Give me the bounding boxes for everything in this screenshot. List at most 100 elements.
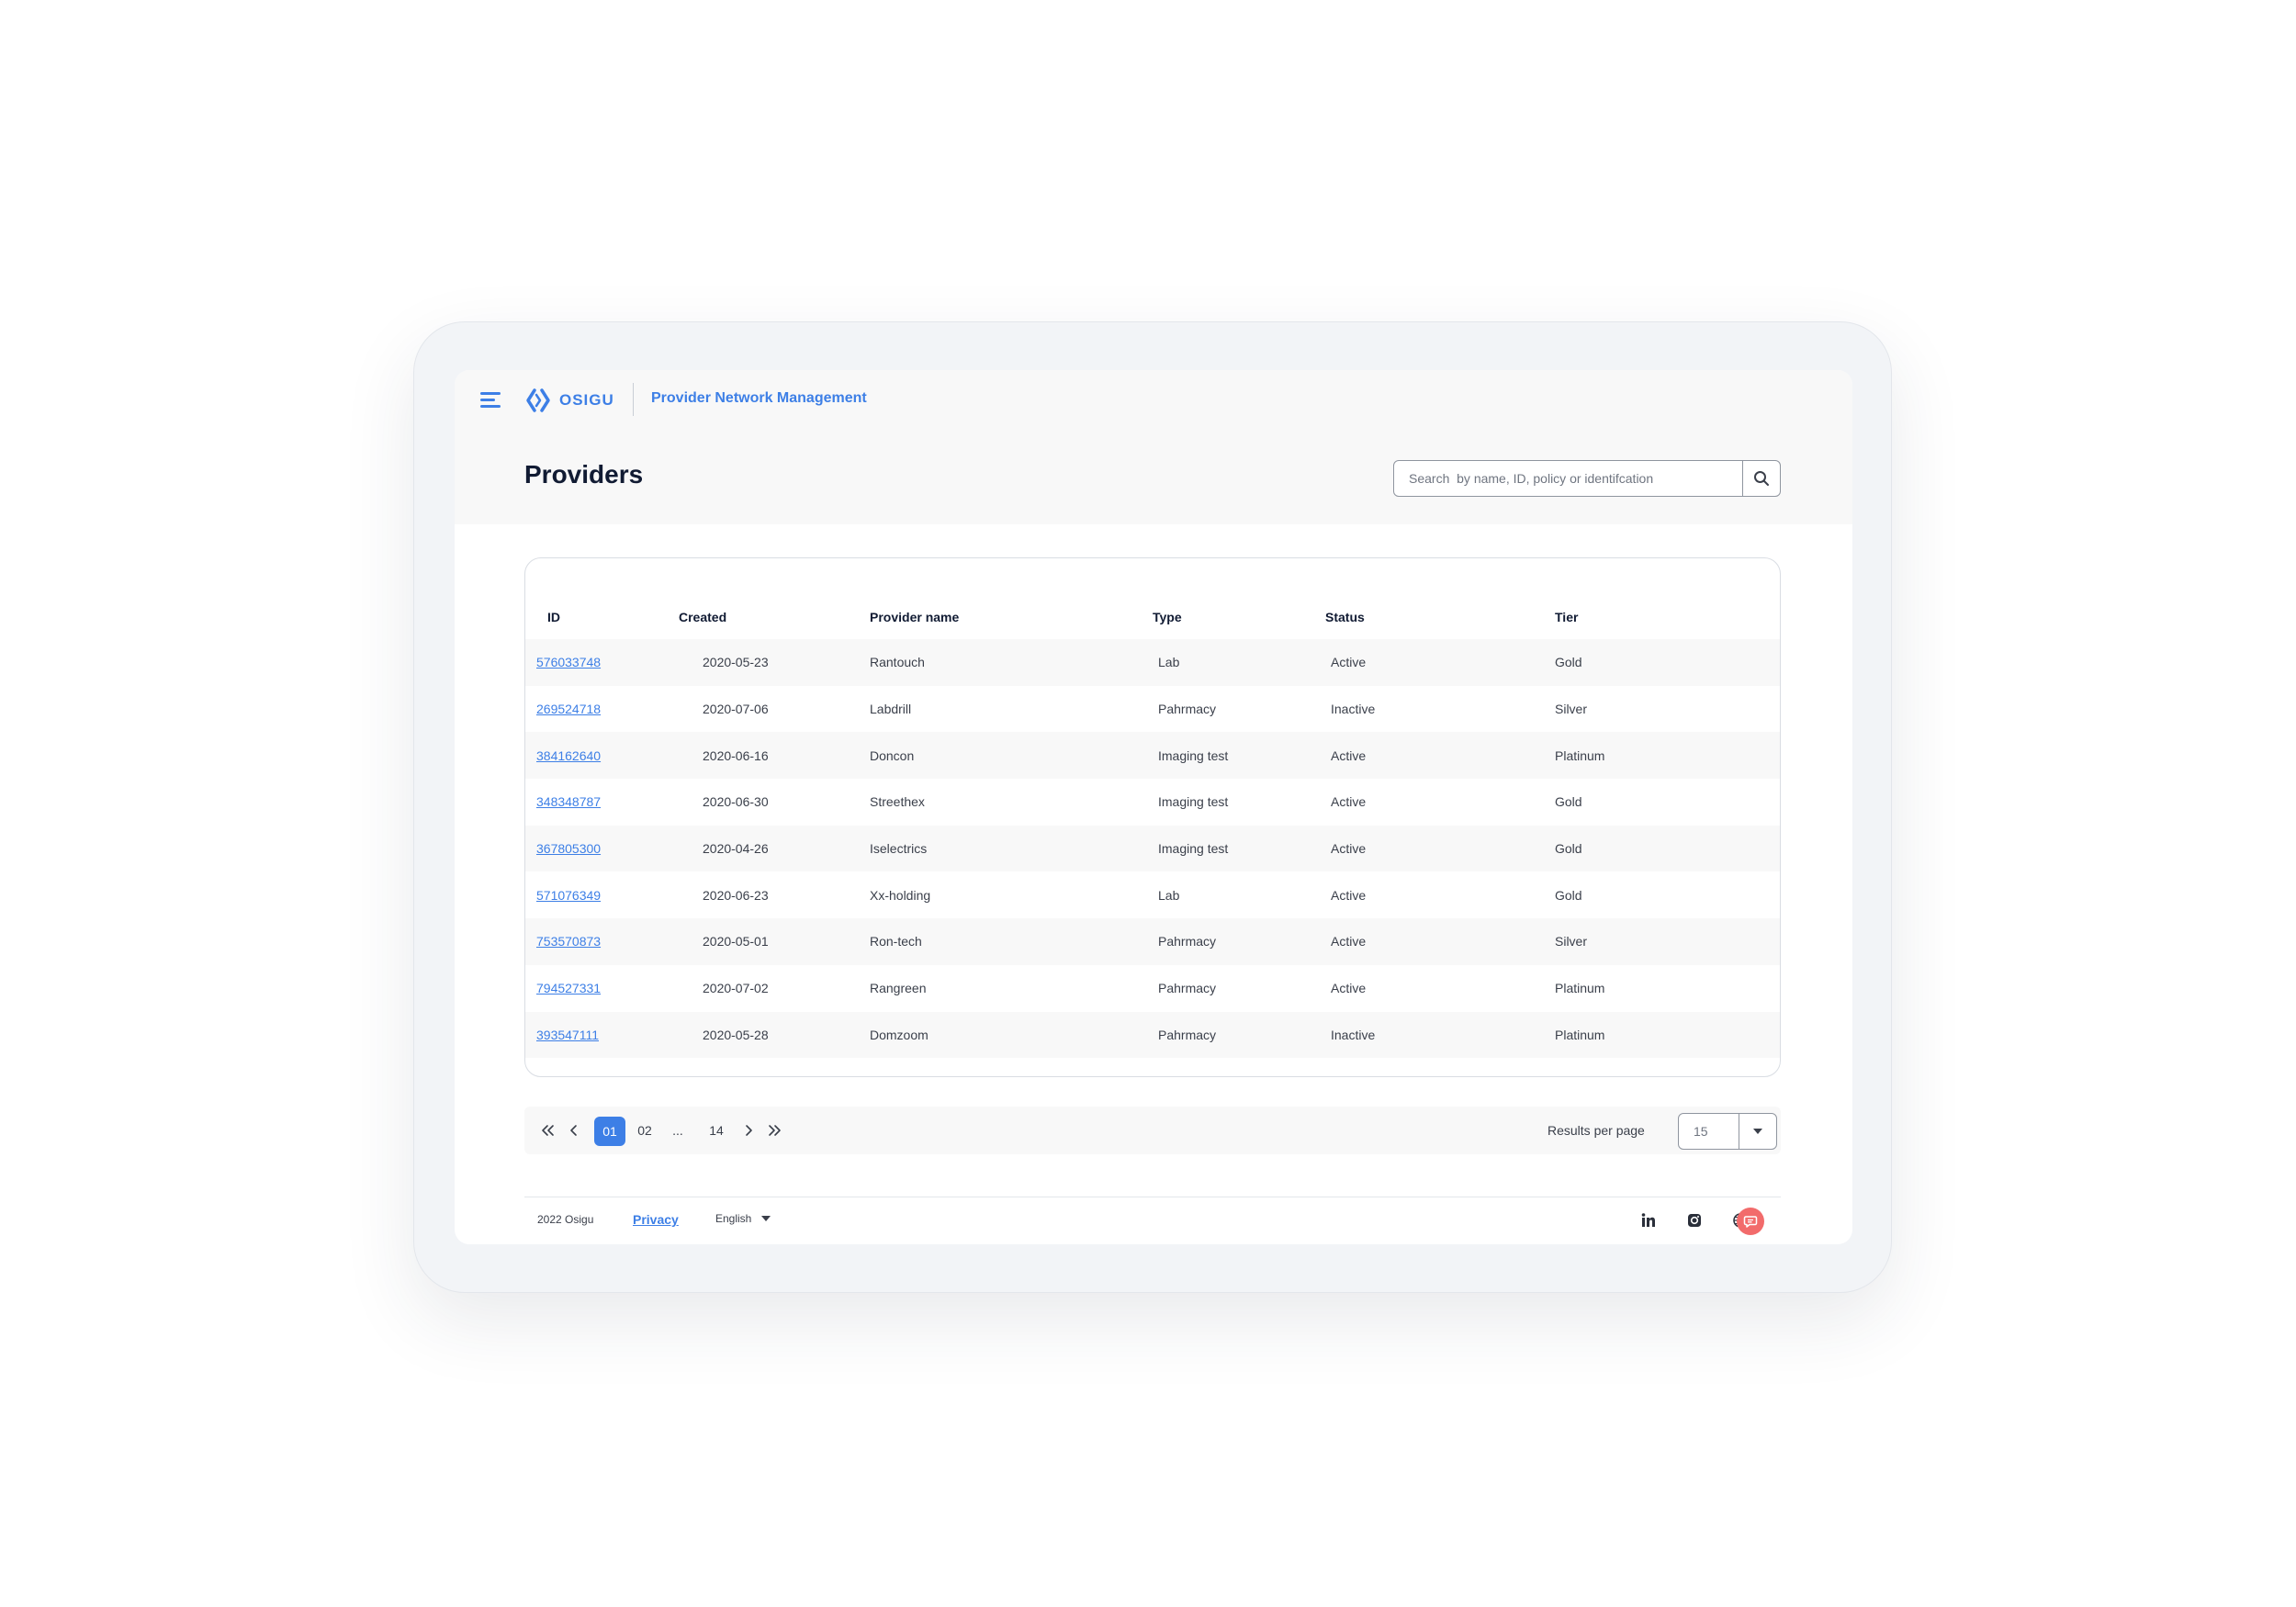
page-button[interactable]: 02 — [629, 1107, 660, 1154]
providers-table: ID Created Provider name Type Status Tie… — [525, 558, 1780, 1076]
cell-provider-name: Iselectrics — [870, 841, 928, 857]
page-button[interactable]: 14 — [701, 1107, 732, 1154]
cell-tier: Gold — [1555, 841, 1582, 857]
cell-type: Pahrmacy — [1158, 934, 1217, 950]
cell-provider-name: Rangreen — [870, 981, 927, 996]
cell-type: Pahrmacy — [1158, 1027, 1217, 1042]
search-icon — [1754, 471, 1769, 486]
tablet-frame: OSIGU Provider Network Management Provid… — [413, 321, 1892, 1293]
pagination-bar: 01 02 ... 14 Results per page 15 — [524, 1107, 1781, 1154]
cell-created: 2020-05-28 — [703, 1027, 769, 1042]
table-row[interactable]: 753570873 2020-05-01 Ron-tech Pahrmacy A… — [525, 918, 1780, 965]
table-header-row: ID Created Provider name Type Status Tie… — [525, 558, 1780, 639]
table-row[interactable]: 794527331 2020-07-02 Rangreen Pahrmacy A… — [525, 965, 1780, 1012]
osigu-logo-icon — [526, 388, 550, 412]
cell-id: 393547111 — [525, 1012, 679, 1059]
provider-id-link[interactable]: 269524718 — [536, 702, 601, 716]
linkedin-icon[interactable] — [1638, 1209, 1660, 1231]
language-value: English — [715, 1212, 752, 1225]
cell-provider-name: Domzoom — [870, 1027, 929, 1042]
cell-type: Pahrmacy — [1158, 981, 1217, 996]
cell-status: Active — [1331, 655, 1367, 670]
cell-id: 571076349 — [525, 871, 679, 918]
cell-created: 2020-05-01 — [703, 934, 769, 950]
double-chevron-right-icon — [769, 1125, 781, 1136]
chevron-right-icon — [746, 1125, 752, 1136]
table-row[interactable]: 571076349 2020-06-23 Xx-holding Lab Acti… — [525, 871, 1780, 918]
cell-id: 576033748 — [525, 639, 679, 686]
hamburger-menu-icon[interactable] — [480, 392, 501, 409]
privacy-link[interactable]: Privacy — [633, 1212, 679, 1227]
cell-type: Imaging test — [1158, 841, 1229, 857]
dropdown-button[interactable] — [1739, 1114, 1776, 1149]
app-screen: OSIGU Provider Network Management Provid… — [455, 370, 1852, 1244]
first-page-button[interactable] — [537, 1107, 559, 1154]
cell-created: 2020-06-23 — [703, 887, 769, 903]
caret-down-icon — [761, 1216, 771, 1221]
cell-tier: Platinum — [1555, 747, 1605, 763]
table-row[interactable]: 384162640 2020-06-16 Doncon Imaging test… — [525, 732, 1780, 780]
page-button-current[interactable]: 01 — [594, 1117, 625, 1146]
cell-status: Active — [1331, 981, 1367, 996]
column-header-created[interactable]: Created — [679, 558, 870, 639]
table-row[interactable]: 367805300 2020-04-26 Iselectrics Imaging… — [525, 825, 1780, 872]
cell-status: Active — [1331, 841, 1367, 857]
table-row[interactable]: 269524718 2020-07-06 Labdrill Pahrmacy I… — [525, 686, 1780, 733]
column-header-tier[interactable]: Tier — [1555, 558, 1780, 639]
cell-provider-name: Rantouch — [870, 655, 925, 670]
search-input[interactable] — [1394, 461, 1742, 496]
provider-id-link[interactable]: 794527331 — [536, 981, 601, 995]
results-per-page-label: Results per page — [1548, 1123, 1645, 1138]
cell-id: 269524718 — [525, 686, 679, 733]
chat-icon[interactable] — [1737, 1208, 1764, 1235]
provider-id-link[interactable]: 367805300 — [536, 841, 601, 856]
cell-created: 2020-06-30 — [703, 794, 769, 810]
cell-tier: Silver — [1555, 702, 1588, 717]
results-per-page-select[interactable]: 15 — [1678, 1113, 1777, 1150]
provider-id-link[interactable]: 576033748 — [536, 655, 601, 669]
provider-id-link[interactable]: 393547111 — [536, 1028, 599, 1042]
cell-created: 2020-05-23 — [703, 655, 769, 670]
cell-type: Pahrmacy — [1158, 702, 1217, 717]
logo-text: OSIGU — [559, 391, 614, 409]
table-row[interactable]: 968466759 2020-05-13 Plussunin Lab Inact… — [525, 1058, 1780, 1076]
table-row[interactable]: 576033748 2020-05-23 Rantouch Lab Active… — [525, 639, 1780, 686]
provider-id-link[interactable]: 753570873 — [536, 934, 601, 949]
column-header-status[interactable]: Status — [1325, 558, 1555, 639]
language-select[interactable]: English — [715, 1212, 771, 1225]
footer: 2022 Osigu Privacy English — [524, 1200, 1781, 1242]
column-header-id[interactable]: ID — [525, 558, 679, 639]
provider-id-link[interactable]: 384162640 — [536, 748, 601, 763]
provider-id-link[interactable]: 571076349 — [536, 888, 601, 903]
cell-id: 384162640 — [525, 732, 679, 779]
last-page-button[interactable] — [763, 1107, 785, 1154]
search-button[interactable] — [1742, 461, 1780, 496]
cell-type: Lab — [1153, 1058, 1325, 1076]
copyright-text: 2022 Osigu — [537, 1213, 594, 1226]
osigu-logo[interactable]: OSIGU — [524, 387, 614, 414]
table-row[interactable]: 393547111 2020-05-28 Domzoom Pahrmacy In… — [525, 1011, 1780, 1059]
cell-tier: Silver — [1555, 934, 1588, 950]
cell-id: 968466759 — [525, 1058, 679, 1076]
cell-status: Active — [1331, 794, 1367, 810]
provider-id-link[interactable]: 348348787 — [536, 794, 601, 809]
cell-provider-name: Xx-holding — [870, 887, 931, 903]
cell-provider-name: Doncon — [870, 747, 915, 763]
next-page-button[interactable] — [739, 1107, 758, 1154]
double-chevron-left-icon — [542, 1125, 554, 1136]
cell-type: Imaging test — [1158, 747, 1229, 763]
cell-provider-name: Ron-tech — [870, 934, 922, 950]
provider-id-link[interactable]: 968466759 — [536, 1074, 601, 1076]
caret-down-icon — [1753, 1129, 1762, 1134]
chevron-left-icon — [570, 1125, 577, 1136]
cell-tier: Platinum — [1555, 981, 1605, 996]
column-header-provider-name[interactable]: Provider name — [870, 558, 1153, 639]
column-header-type[interactable]: Type — [1153, 558, 1325, 639]
table-row[interactable]: 348348787 2020-06-30 Streethex Imaging t… — [525, 779, 1780, 826]
page-ellipsis: ... — [672, 1123, 683, 1138]
cell-tier: Gold — [1555, 887, 1582, 903]
cell-provider-name: Streethex — [870, 794, 925, 810]
cell-id: 348348787 — [525, 779, 679, 826]
instagram-icon[interactable] — [1683, 1209, 1705, 1231]
prev-page-button[interactable] — [565, 1107, 583, 1154]
